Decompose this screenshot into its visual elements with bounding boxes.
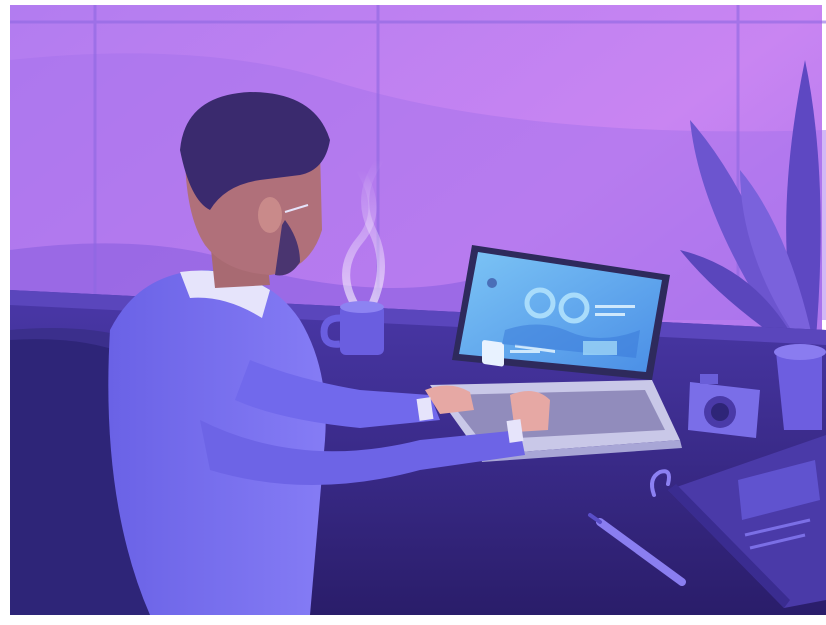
laptop: [430, 245, 682, 462]
illustration: [10, 5, 826, 615]
